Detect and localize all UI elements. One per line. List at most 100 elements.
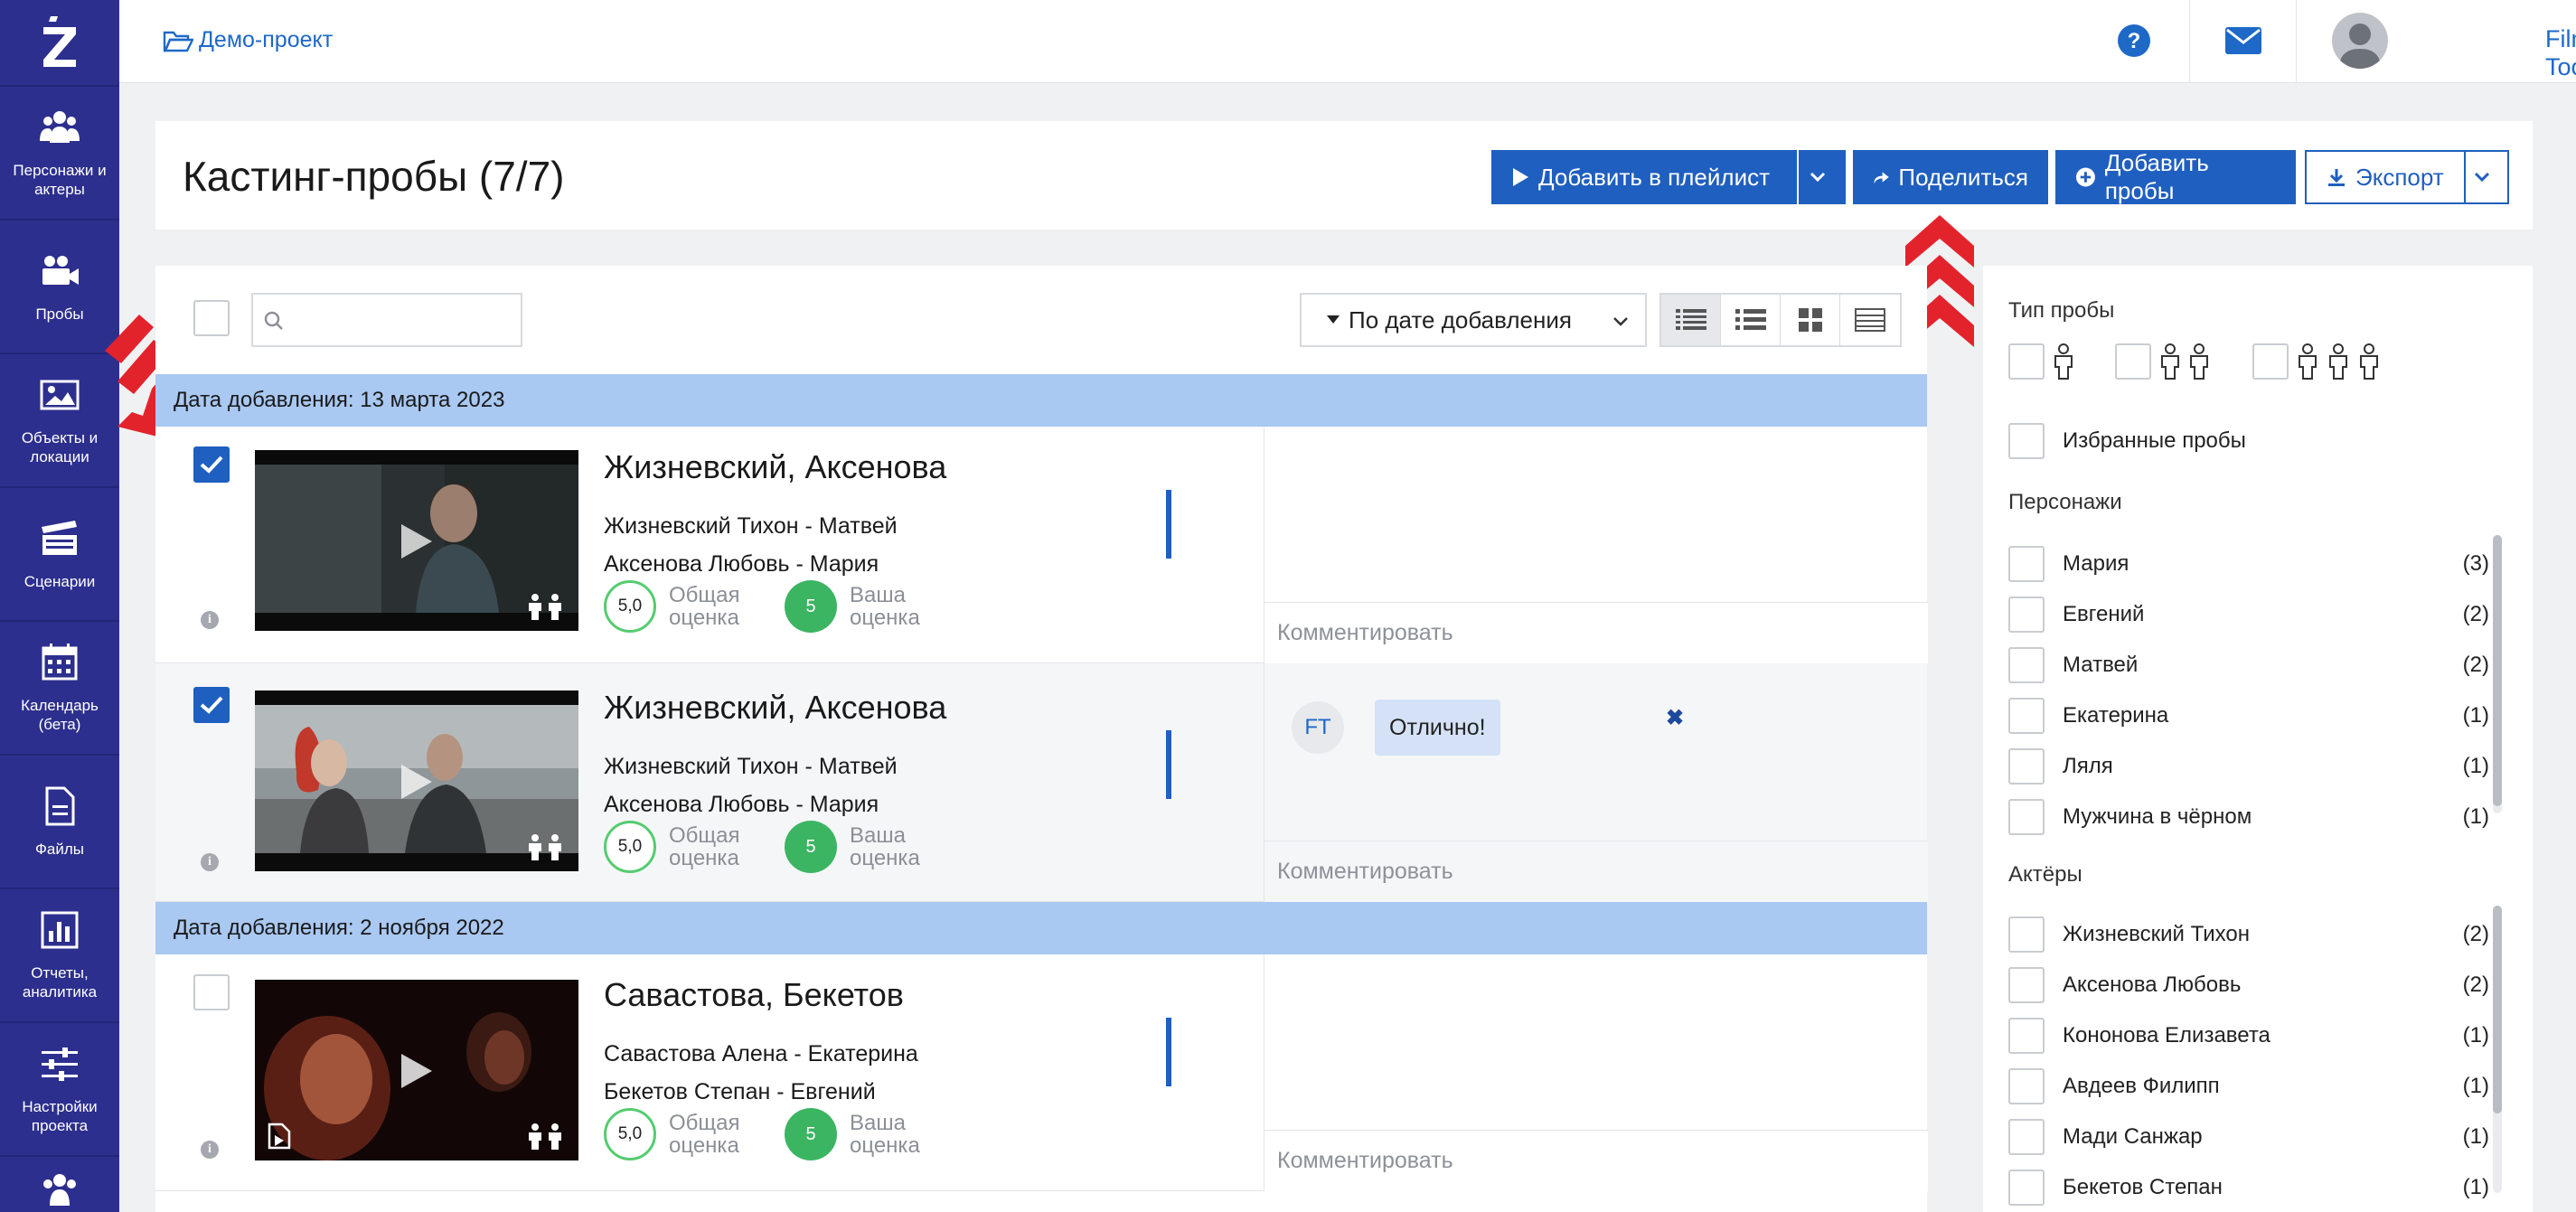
filter-checkbox[interactable]	[2008, 799, 2045, 835]
type-single-checkbox[interactable]	[2008, 343, 2045, 380]
filter-checkbox[interactable]	[2008, 748, 2045, 785]
view-grid-button[interactable]	[1781, 295, 1840, 345]
favorites-label: Избранные пробы	[2063, 428, 2246, 453]
audition-title[interactable]: Савастова, Бекетов	[604, 976, 904, 1014]
favorites-filter[interactable]: Избранные пробы	[2008, 423, 2515, 459]
comment-input[interactable]: Комментировать	[1264, 602, 1928, 663]
add-to-playlist-button[interactable]: Добавить в плейлист	[1491, 150, 1797, 204]
character-filter-item[interactable]: Мужчина в чёрном (1)	[2008, 799, 2515, 835]
sidebar-item-settings[interactable]: Настройки проекта	[0, 1023, 119, 1157]
filter-checkbox[interactable]	[2008, 1170, 2045, 1206]
your-score[interactable]: 5	[785, 1108, 837, 1160]
overall-score-label: Общая оценка	[669, 583, 740, 630]
delete-comment-icon[interactable]: ✖	[1666, 705, 1684, 731]
export-button[interactable]: Экспорт	[2305, 150, 2468, 204]
audition-cast-line: Аксенова Любовь - Мария	[604, 792, 879, 817]
sort-select[interactable]: По дате добавления	[1300, 293, 1647, 347]
actor-filter-item[interactable]: Мади Санжар (1)	[2008, 1119, 2515, 1155]
table-icon	[1855, 308, 1885, 332]
list-icon	[1735, 309, 1766, 330]
character-filter-item[interactable]: Матвей (2)	[2008, 647, 2515, 683]
filter-checkbox[interactable]	[2008, 546, 2045, 582]
character-filter-item[interactable]: Екатерина (1)	[2008, 698, 2515, 734]
view-list-button[interactable]	[1721, 295, 1781, 345]
row-checkbox[interactable]	[193, 687, 230, 723]
export-dropdown-button[interactable]	[2464, 150, 2509, 204]
filter-checkbox[interactable]	[2008, 967, 2045, 1003]
date-group-header: Дата добавления: 13 марта 2023	[155, 374, 1927, 427]
actor-filter-item[interactable]: Авдеев Филипп (1)	[2008, 1068, 2515, 1104]
video-thumbnail[interactable]	[255, 980, 578, 1160]
filter-checkbox[interactable]	[2008, 698, 2045, 734]
filter-item-count: (2)	[2462, 972, 2489, 997]
help-icon[interactable]: ?	[2117, 23, 2151, 58]
add-to-playlist-label: Добавить в плейлист	[1538, 163, 1771, 191]
sidebar-item-label: Сценарии	[24, 572, 96, 590]
svg-text:?: ?	[2128, 29, 2141, 53]
sidebar-item-characters[interactable]: Персонажи и актеры	[0, 87, 119, 221]
actor-filter-item[interactable]: Бекетов Степан (1)	[2008, 1170, 2515, 1206]
user-name[interactable]: Film Toolz	[2545, 25, 2576, 81]
playlist-dropdown-button[interactable]	[1799, 150, 1846, 204]
sidebar-item-calendar[interactable]: Календарь (бета)	[0, 622, 119, 756]
audition-row[interactable]: i Жизневский, Аксенова Жизневский Тихон …	[155, 427, 1928, 663]
comment-input[interactable]: Комментировать	[1264, 841, 1928, 902]
auditions-list-panel: По дате добавления Дата добавления: 13 м…	[155, 266, 1928, 1212]
sidebar-item-reports[interactable]: Отчеты, аналитика	[0, 889, 119, 1023]
your-score[interactable]: 5	[785, 580, 837, 633]
app-logo[interactable]	[0, 0, 119, 87]
comment-area: FT Отлично! ✖ Комментировать	[1264, 663, 1928, 902]
view-table-button[interactable]	[1840, 295, 1900, 345]
share-button[interactable]: Поделиться	[1853, 150, 2048, 204]
your-score[interactable]: 5	[785, 821, 837, 873]
chart-icon	[41, 911, 79, 949]
type-pair-checkbox[interactable]	[2115, 343, 2151, 380]
type-group-checkbox[interactable]	[2252, 343, 2289, 380]
select-all-checkbox[interactable]	[193, 300, 230, 336]
filter-item-count: (1)	[2462, 804, 2489, 829]
video-thumbnail[interactable]	[255, 691, 578, 871]
view-detailed-list-button[interactable]	[1661, 295, 1721, 345]
image-icon	[40, 380, 80, 410]
sidebar-item-more[interactable]	[0, 1157, 119, 1212]
info-icon[interactable]: i	[201, 1141, 219, 1159]
your-score-label: Ваша оценка	[850, 583, 920, 630]
filter-item-label: Матвей	[2063, 653, 2139, 677]
audition-row[interactable]: i Жизневский, Аксенова Жизневский Тихон …	[155, 663, 1928, 902]
actor-filter-item[interactable]: Жизневский Тихон (2)	[2008, 916, 2515, 953]
filter-checkbox[interactable]	[2008, 1119, 2045, 1155]
sidebar-item-files[interactable]: Файлы	[0, 756, 119, 889]
avatar[interactable]	[2332, 13, 2388, 69]
comment-input[interactable]: Комментировать	[1264, 1130, 1928, 1191]
sidebar-item-scripts[interactable]: Сценарии	[0, 488, 119, 622]
filter-checkbox[interactable]	[2008, 1068, 2045, 1104]
actors-heading: Актёры	[2008, 862, 2082, 887]
comment-area: Комментировать	[1264, 954, 1928, 1191]
info-icon[interactable]: i	[201, 611, 219, 629]
filter-checkbox[interactable]	[2008, 647, 2045, 683]
audition-title[interactable]: Жизневский, Аксенова	[604, 448, 946, 486]
info-icon[interactable]: i	[201, 853, 219, 871]
actor-filter-item[interactable]: Аксенова Любовь (2)	[2008, 967, 2515, 1003]
topbar-divider	[2296, 0, 2297, 83]
filter-checkbox[interactable]	[2008, 916, 2045, 953]
breadcrumb[interactable]: Демо-проект	[163, 27, 333, 53]
audition-row[interactable]: i Савастова, Бекетов Савастова Алена - Е…	[155, 954, 1928, 1191]
filter-checkbox[interactable]	[2008, 597, 2045, 633]
character-filter-item[interactable]: Мария (3)	[2008, 546, 2515, 582]
character-filter-item[interactable]: Ляля (1)	[2008, 748, 2515, 785]
add-auditions-button[interactable]: Добавить пробы	[2055, 149, 2296, 204]
favorites-checkbox[interactable]	[2008, 423, 2045, 459]
row-checkbox[interactable]	[193, 974, 230, 1010]
character-filter-item[interactable]: Евгений (2)	[2008, 597, 2515, 633]
audition-title[interactable]: Жизневский, Аксенова	[604, 689, 946, 727]
people-icon	[43, 1174, 76, 1206]
play-icon	[401, 524, 432, 559]
filter-checkbox[interactable]	[2008, 1018, 2045, 1054]
row-checkbox[interactable]	[193, 446, 230, 483]
actor-filter-item[interactable]: Кононова Елизавета (1)	[2008, 1018, 2515, 1054]
video-thumbnail[interactable]	[255, 450, 578, 631]
breadcrumb-project: Демо-проект	[199, 27, 334, 52]
mail-icon[interactable]	[2225, 27, 2261, 54]
search-input[interactable]	[251, 293, 522, 347]
